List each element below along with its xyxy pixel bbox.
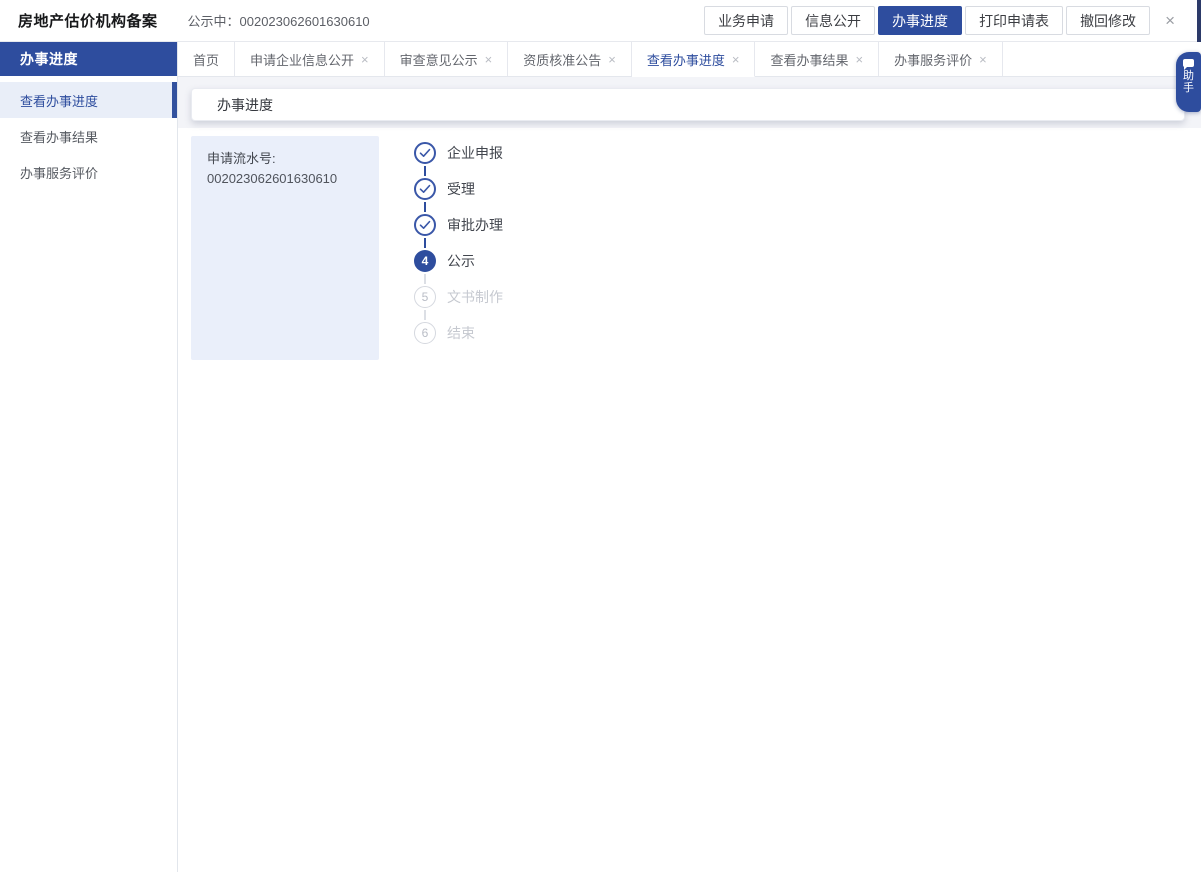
- check-circle-icon: [414, 178, 436, 200]
- sidebar-item-service-evaluation[interactable]: 办事服务评价: [0, 154, 177, 190]
- tab-service-evaluation[interactable]: 办事服务评价 ×: [879, 42, 1003, 77]
- step-label: 公示: [447, 251, 475, 271]
- main-content: 办事进度 申请流水号: 002023062601630610 企业申报受理审批办…: [178, 77, 1201, 872]
- serial-number-panel: 申请流水号: 002023062601630610: [191, 136, 379, 360]
- assistant-label: 助手: [1183, 70, 1194, 94]
- assistant-button[interactable]: 助手: [1176, 52, 1201, 112]
- corner-accent-strip: [1197, 0, 1201, 42]
- tab-label: 首页: [193, 50, 219, 69]
- tab-review-opinion-publicity[interactable]: 审查意见公示 ×: [385, 42, 509, 77]
- tab-close-icon[interactable]: ×: [979, 53, 987, 66]
- step-connector: [424, 166, 426, 176]
- step-document-making: 5 文书制作: [414, 286, 503, 308]
- tab-apply-enterprise-info-disclosure[interactable]: 申请企业信息公开 ×: [235, 42, 385, 77]
- sidebar-menu: 查看办事进度查看办事结果办事服务评价: [0, 76, 177, 190]
- close-icon[interactable]: ×: [1165, 12, 1175, 29]
- step-connector: [424, 238, 426, 248]
- step-acceptance: 受理: [414, 178, 503, 200]
- tab-label: 办事服务评价: [894, 50, 972, 69]
- tab-qualification-approval-notice[interactable]: 资质核准公告 ×: [508, 42, 632, 77]
- tab-label: 申请企业信息公开: [250, 50, 354, 69]
- step-end: 6 结束: [414, 322, 503, 344]
- serial-number: 002023062601630610: [207, 169, 363, 189]
- tab-close-icon[interactable]: ×: [361, 53, 369, 66]
- tab-label: 审查意见公示: [400, 50, 478, 69]
- chat-bubble-icon: [1183, 59, 1194, 67]
- step-number-circle: 6: [414, 322, 436, 344]
- progress-steps: 企业申报受理审批办理 4 公示 5 文书制作 6 结束: [414, 142, 503, 344]
- print-application-button[interactable]: 打印申请表: [965, 6, 1063, 35]
- step-label: 审批办理: [447, 215, 503, 235]
- business-apply-button[interactable]: 业务申请: [704, 6, 788, 35]
- step-enterprise-declaration: 企业申报: [414, 142, 503, 164]
- step-connector: [424, 310, 426, 320]
- tab-close-icon[interactable]: ×: [855, 53, 863, 66]
- page-title: 办事进度: [217, 95, 273, 115]
- tab-bar: 首页申请企业信息公开×审查意见公示×资质核准公告×查看办事进度×查看办事结果×办…: [178, 42, 1201, 77]
- withdraw-modify-button[interactable]: 撤回修改: [1066, 6, 1150, 35]
- check-circle-icon: [414, 142, 436, 164]
- sidebar-header: 办事进度: [0, 42, 177, 76]
- progress-button[interactable]: 办事进度: [878, 6, 962, 35]
- step-label: 企业申报: [447, 143, 503, 163]
- step-label: 结束: [447, 323, 475, 343]
- step-connector: [424, 202, 426, 212]
- tab-close-icon[interactable]: ×: [732, 53, 740, 66]
- step-label: 文书制作: [447, 287, 503, 307]
- step-connector: [424, 274, 426, 284]
- step-number-circle: 4: [414, 250, 436, 272]
- app-title: 房地产估价机构备案: [18, 10, 158, 31]
- step-publicity: 4 公示: [414, 250, 503, 272]
- tab-label: 资质核准公告: [523, 50, 601, 69]
- tab-view-progress[interactable]: 查看办事进度 ×: [632, 42, 756, 77]
- sidebar: 办事进度 查看办事进度查看办事结果办事服务评价: [0, 42, 178, 872]
- tab-label: 查看办事进度: [647, 50, 725, 69]
- sidebar-item-view-result[interactable]: 查看办事结果: [0, 118, 177, 154]
- sidebar-item-view-progress[interactable]: 查看办事进度: [0, 82, 177, 118]
- tab-home[interactable]: 首页: [178, 42, 235, 77]
- serial-label: 申请流水号:: [207, 149, 363, 169]
- step-approval-handling: 审批办理: [414, 214, 503, 236]
- check-circle-icon: [414, 214, 436, 236]
- tab-close-icon[interactable]: ×: [608, 53, 616, 66]
- tab-label: 查看办事结果: [770, 50, 848, 69]
- tab-view-result[interactable]: 查看办事结果 ×: [755, 42, 879, 77]
- step-number-circle: 5: [414, 286, 436, 308]
- info-disclosure-button[interactable]: 信息公开: [791, 6, 875, 35]
- publicity-status-text: 公示中：002023062601630610: [188, 11, 370, 30]
- page-title-card: 办事进度: [191, 88, 1185, 121]
- top-header-bar: 房地产估价机构备案 公示中：002023062601630610 业务申请信息公…: [0, 0, 1201, 42]
- tab-close-icon[interactable]: ×: [485, 53, 493, 66]
- step-label: 受理: [447, 179, 475, 199]
- topbar-actions: 业务申请信息公开办事进度打印申请表撤回修改: [704, 6, 1150, 35]
